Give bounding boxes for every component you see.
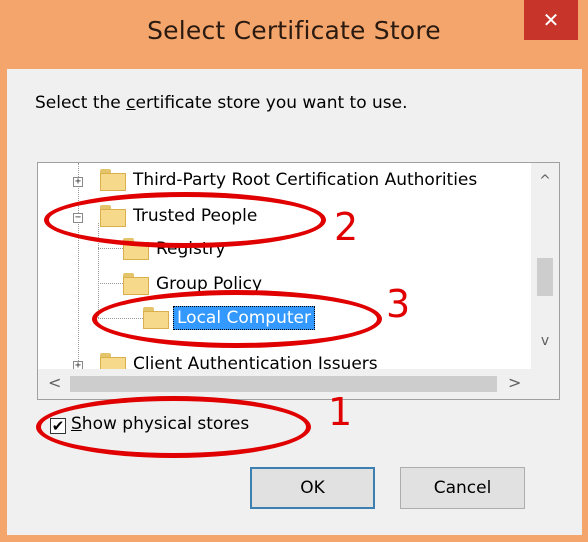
annotation-circle-1 — [36, 396, 311, 458]
annotation-number-3: 3 — [386, 282, 411, 326]
vertical-scrollbar[interactable]: ^ v — [531, 163, 559, 369]
tree-item-label: Client Authentication Issuers — [133, 354, 378, 369]
annotation-circle-2 — [44, 192, 326, 248]
dialog-window: Select Certificate Store ✕ Select the ce… — [0, 0, 588, 542]
folder-icon — [123, 273, 149, 295]
cancel-button[interactable]: Cancel — [400, 467, 525, 509]
folder-icon — [100, 169, 126, 191]
tree-item-label: Third-Party Root Certification Authoriti… — [133, 170, 478, 190]
close-icon: ✕ — [542, 8, 560, 32]
horizontal-scroll-thumb[interactable] — [70, 376, 497, 392]
ok-button[interactable]: OK — [250, 467, 375, 509]
scrollbar-corner — [531, 369, 559, 399]
tree-item[interactable]: + Third-Party Root Certification Authori… — [38, 167, 531, 197]
scroll-up-icon[interactable]: ^ — [531, 173, 559, 189]
tree-item[interactable]: + Client Authentication Issuers — [38, 351, 531, 369]
expand-icon[interactable]: + — [73, 361, 83, 369]
expand-icon[interactable]: + — [73, 177, 83, 187]
folder-icon — [100, 353, 126, 369]
horizontal-scrollbar[interactable]: < > — [38, 369, 531, 399]
close-button[interactable]: ✕ — [524, 0, 578, 40]
scroll-right-icon[interactable]: > — [508, 373, 521, 392]
scroll-down-icon[interactable]: v — [531, 333, 559, 349]
annotation-number-1: 1 — [328, 390, 353, 434]
scroll-left-icon[interactable]: < — [48, 373, 61, 392]
title-bar[interactable]: Select Certificate Store ✕ — [0, 0, 588, 70]
annotation-number-2: 2 — [334, 205, 359, 249]
prompt-text: Select the certificate store you want to… — [35, 93, 408, 113]
vertical-scroll-thumb[interactable] — [537, 258, 553, 296]
dialog-title: Select Certificate Store — [147, 16, 441, 45]
annotation-circle-3 — [92, 290, 382, 348]
